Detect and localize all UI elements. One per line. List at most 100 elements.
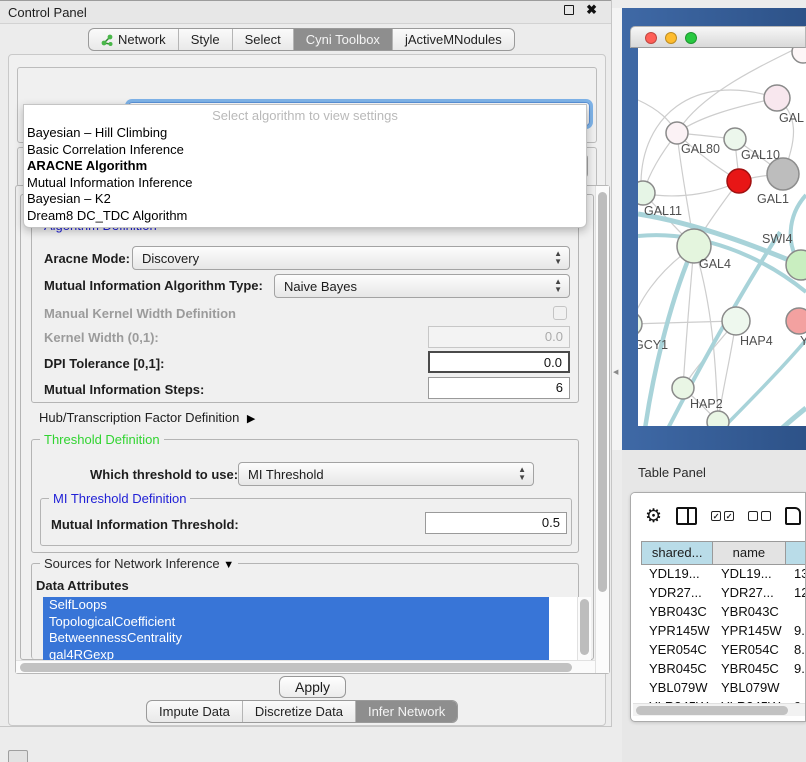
minimize-traffic-light-icon[interactable] [665, 32, 677, 44]
apply-button[interactable]: Apply [279, 676, 346, 698]
column-header[interactable]: shared... [642, 542, 713, 564]
control-panel-title: Control Panel [8, 5, 87, 20]
splitter-handle-icon[interactable]: ◀ [613, 368, 618, 376]
table-cell: 13 [786, 565, 806, 584]
table-cell: YBL079W [713, 679, 786, 698]
tab-style[interactable]: Style [179, 29, 233, 50]
network-node[interactable] [786, 308, 806, 334]
scrollbar-thumb[interactable] [580, 599, 589, 655]
network-node[interactable] [724, 128, 746, 150]
cyni-bottom-tabs: Impute DataDiscretize DataInfer Network [146, 700, 458, 723]
network-node[interactable] [638, 181, 655, 205]
table-cell: 9. [786, 622, 806, 641]
table-row[interactable]: YDR27...YDR27...12 [641, 584, 806, 603]
table-row[interactable]: YBL079WYBL079W [641, 679, 806, 698]
cyni-toolbox-panel: ▲▼ gal-filtered.sif default node ▲▼ Sele… [8, 54, 606, 726]
table-row[interactable]: YDL19...YDL19...13 [641, 565, 806, 584]
tab-network[interactable]: Network [89, 29, 179, 50]
network-edge[interactable] [758, 408, 806, 426]
algorithm-option[interactable]: Bayesian – K2 [24, 191, 586, 208]
panel-splitter[interactable] [612, 8, 622, 450]
settings-vertical-scrollbar[interactable] [595, 186, 609, 673]
data-attributes-list[interactable]: SelfLoopsTopologicalCoefficientBetweenne… [43, 597, 577, 663]
close-icon[interactable]: ✖ [586, 5, 597, 15]
tab-jactivemnodules[interactable]: jActiveMNodules [393, 29, 514, 50]
kernel-width-field[interactable]: 0.0 [428, 326, 570, 348]
minimized-panel-tab[interactable] [8, 750, 28, 762]
settings-gear-icon[interactable]: ⚙ [645, 505, 662, 528]
aracne-mode-label: Aracne Mode: [44, 251, 130, 266]
mi-steps-field[interactable]: 6 [428, 377, 570, 399]
data-attributes-label: Data Attributes [36, 578, 129, 593]
table-cell: YBR045C [641, 660, 713, 679]
node-label: GAL1 [757, 192, 789, 206]
network-edge[interactable] [643, 181, 739, 196]
network-node[interactable] [764, 85, 790, 111]
table-row[interactable]: YPR145WYPR145W9. [641, 622, 806, 641]
data-attribute-item[interactable]: TopologicalCoefficient [43, 614, 549, 631]
network-view-window: GALGAL80GAL10GAL1GAL11SWI4GAL4GCY1HAP4YH… [622, 8, 806, 450]
network-node[interactable] [638, 312, 642, 336]
tab-select[interactable]: Select [233, 29, 294, 50]
column-header[interactable]: name [713, 542, 785, 564]
table-row[interactable]: YBR043CYBR043C [641, 603, 806, 622]
network-edge[interactable] [694, 246, 718, 422]
tab-impute-data[interactable]: Impute Data [147, 701, 243, 722]
tab-discretize-data[interactable]: Discretize Data [243, 701, 356, 722]
deselect-all-checkbox-icon[interactable] [748, 511, 771, 521]
algorithm-option[interactable]: Basic Correlation Inference [24, 142, 586, 159]
tab-infer-network[interactable]: Infer Network [356, 701, 457, 722]
network-node[interactable] [792, 48, 806, 63]
scrollbar-thumb[interactable] [598, 192, 607, 592]
algorithm-option[interactable]: Bayesian – Hill Climbing [24, 125, 586, 142]
network-node[interactable] [666, 122, 688, 144]
table-row[interactable]: YER054CYER054C8. [641, 641, 806, 660]
list-vertical-scrollbar[interactable] [577, 597, 591, 663]
disclosure-down-icon[interactable]: ▼ [223, 559, 234, 571]
select-all-checkbox-icon[interactable]: ✓✓ [711, 511, 734, 521]
table-row[interactable]: YBR045CYBR045C9. [641, 660, 806, 679]
mi-threshold-field[interactable]: 0.5 [425, 512, 567, 534]
network-view-titlebar[interactable] [630, 26, 806, 48]
settings-horizontal-scrollbar[interactable] [16, 660, 595, 673]
column-header[interactable] [786, 542, 806, 564]
network-node[interactable] [786, 250, 806, 280]
mi-type-combo[interactable]: Naive Bayes ▲▼ [274, 274, 570, 298]
table-cell: YER054C [713, 641, 786, 660]
aracne-mode-combo[interactable]: Discovery ▲▼ [132, 246, 570, 270]
tab-cyni-toolbox[interactable]: Cyni Toolbox [294, 29, 393, 50]
table-cell: YDR27... [713, 584, 786, 603]
network-node[interactable] [767, 158, 799, 190]
table-cell: YPR145W [713, 622, 786, 641]
tab-label: Network [118, 32, 166, 47]
algorithm-definition-group: Algorithm Definition Aracne Mode: Discov… [31, 225, 579, 403]
data-attribute-item[interactable]: SelfLoops [43, 597, 549, 614]
network-canvas[interactable]: GALGAL80GAL10GAL1GAL11SWI4GAL4GCY1HAP4YH… [638, 48, 806, 426]
network-node[interactable] [722, 307, 750, 335]
hub-definition-disclosure[interactable]: Hub/Transcription Factor Definition ▶ [39, 409, 255, 427]
network-node[interactable] [672, 377, 694, 399]
data-attribute-item[interactable]: BetweennessCentrality [43, 630, 549, 647]
dpi-tolerance-field[interactable]: 0.0 [428, 351, 570, 373]
network-node[interactable] [707, 411, 729, 426]
table-panel-title: Table Panel [638, 465, 706, 480]
scrollbar-thumb[interactable] [636, 706, 788, 715]
sources-title: Sources for Network Inference [44, 556, 220, 571]
algorithm-option[interactable]: ARACNE Algorithm [24, 158, 586, 175]
network-edge[interactable] [677, 98, 777, 133]
manual-kernel-checkbox[interactable] [553, 306, 567, 320]
float-panel-icon[interactable] [564, 5, 574, 15]
which-threshold-label: Which threshold to use: [90, 467, 238, 482]
column-layout-icon[interactable] [676, 507, 697, 525]
network-node[interactable] [727, 169, 751, 193]
table-row[interactable]: YIL052CYIL052C8. [641, 717, 806, 722]
close-traffic-light-icon[interactable] [645, 32, 657, 44]
table-sheet-icon[interactable] [785, 507, 801, 525]
settings-scroll-viewport: Cyni Algorithm Settings Algorithm Defini… [15, 185, 610, 674]
which-threshold-combo[interactable]: MI Threshold ▲▼ [238, 462, 534, 486]
zoom-traffic-light-icon[interactable] [685, 32, 697, 44]
scrollbar-thumb[interactable] [20, 663, 572, 672]
table-horizontal-scrollbar[interactable] [633, 703, 805, 716]
algorithm-option[interactable]: Mutual Information Inference [24, 175, 586, 192]
algorithm-option[interactable]: Dream8 DC_TDC Algorithm [24, 208, 586, 225]
